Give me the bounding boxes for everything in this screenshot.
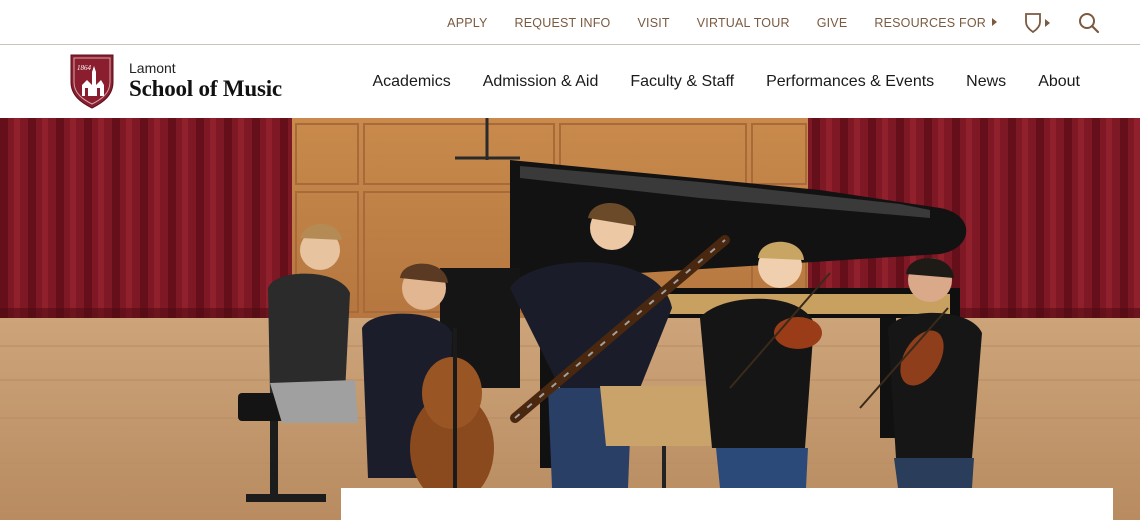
logo-line-school: School of Music bbox=[129, 76, 282, 101]
utility-link-apply[interactable]: APPLY bbox=[447, 16, 487, 30]
caret-right-icon bbox=[992, 17, 997, 26]
hero-photo-illustration bbox=[0, 118, 1140, 520]
utility-link-visit[interactable]: VISIT bbox=[637, 16, 669, 30]
nav-admission-aid[interactable]: Admission & Aid bbox=[483, 73, 599, 91]
du-shield-icon bbox=[1025, 12, 1050, 33]
lamont-crest-icon: 1864 bbox=[70, 54, 114, 109]
nav-news[interactable]: News bbox=[966, 73, 1006, 91]
du-shield-button[interactable] bbox=[1024, 12, 1052, 34]
main-header: 1864 Lamont School of Music Academics Ad… bbox=[0, 45, 1140, 118]
main-nav: Academics Admission & Aid Faculty & Staf… bbox=[340, 45, 1080, 118]
nav-faculty-staff[interactable]: Faculty & Staff bbox=[630, 73, 734, 91]
utility-nav: APPLY REQUEST INFO VISIT VIRTUAL TOUR GI… bbox=[447, 0, 1140, 45]
nav-performances-events[interactable]: Performances & Events bbox=[766, 73, 934, 91]
content-card bbox=[341, 488, 1113, 520]
site-logo[interactable]: 1864 Lamont School of Music bbox=[68, 52, 282, 110]
nav-about[interactable]: About bbox=[1038, 73, 1080, 91]
utility-link-resources-for[interactable]: RESOURCES FOR bbox=[874, 16, 997, 30]
hero-image bbox=[0, 118, 1140, 520]
crest-year: 1864 bbox=[77, 64, 92, 72]
nav-academics[interactable]: Academics bbox=[372, 73, 450, 91]
utility-link-virtual-tour[interactable]: VIRTUAL TOUR bbox=[697, 16, 790, 30]
utility-link-request-info[interactable]: REQUEST INFO bbox=[515, 16, 611, 30]
logo-line-lamont: Lamont bbox=[129, 60, 176, 76]
utility-link-give[interactable]: GIVE bbox=[817, 16, 848, 30]
logo-text: Lamont School of Music bbox=[129, 60, 282, 102]
search-button[interactable] bbox=[1078, 12, 1100, 34]
resources-for-label: RESOURCES FOR bbox=[874, 15, 986, 30]
search-icon bbox=[1079, 12, 1100, 33]
utility-bar: APPLY REQUEST INFO VISIT VIRTUAL TOUR GI… bbox=[0, 0, 1140, 45]
